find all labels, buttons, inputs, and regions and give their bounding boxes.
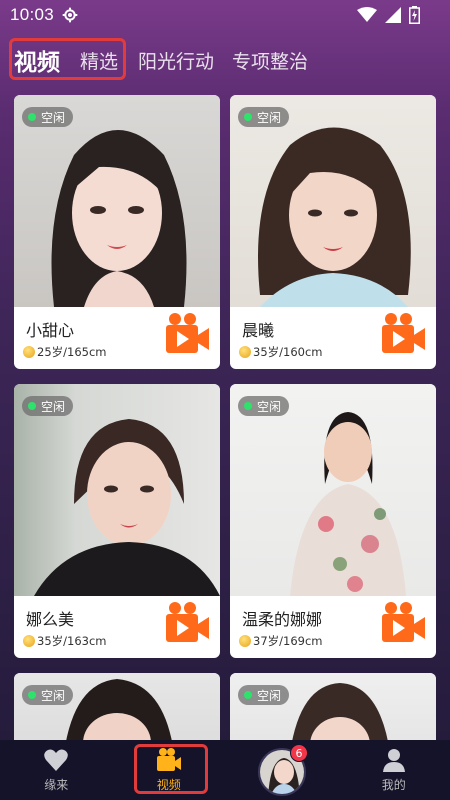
status-badge: 空闲 [22, 107, 74, 127]
tab-featured[interactable]: 精选 [80, 47, 118, 74]
status-text: 空闲 [257, 110, 282, 125]
user-icon [382, 749, 405, 772]
video-call-icon[interactable] [380, 311, 426, 355]
tab-video[interactable]: 视频 [14, 43, 60, 77]
tab-special-rectification[interactable]: 专项整治 [232, 47, 308, 74]
online-dot-icon [28, 113, 36, 121]
status-bar: 10:03 [0, 0, 450, 30]
status-time: 10:03 [10, 5, 55, 24]
status-text: 空闲 [257, 688, 282, 703]
status-icons [357, 6, 420, 24]
signal-icon [385, 7, 401, 23]
video-call-icon[interactable] [164, 600, 210, 644]
host-meta: 35岁/160cm [239, 344, 322, 360]
online-dot-icon [28, 402, 36, 410]
status-text: 空闲 [41, 399, 66, 414]
status-badge: 空闲 [22, 396, 74, 416]
status-text: 空闲 [257, 399, 282, 414]
coin-icon [23, 346, 35, 358]
nav-item-yuanlai[interactable]: 缘来 [0, 740, 113, 800]
status-text: 空闲 [41, 688, 66, 703]
host-age-height: 35岁/160cm [253, 345, 323, 359]
status-badge: 空闲 [238, 107, 290, 127]
heart-icon [44, 749, 69, 771]
host-age-height: 35岁/163cm [37, 634, 107, 648]
coin-icon [239, 635, 251, 647]
nav-label: 缘来 [44, 778, 69, 792]
active-nav-highlight [134, 744, 208, 794]
status-badge: 空闲 [22, 685, 74, 705]
coin-icon [23, 635, 35, 647]
tab-sunshine-action[interactable]: 阳光行动 [138, 47, 214, 74]
status-badge: 空闲 [238, 396, 290, 416]
host-name: 小甜心 [26, 321, 75, 340]
unread-badge: 6 [290, 744, 308, 762]
host-name: 晨曦 [242, 321, 275, 340]
host-card[interactable]: 空闲 小甜心 25岁/165cm [14, 95, 220, 369]
host-meta: 35岁/163cm [23, 633, 106, 649]
host-age-height: 37岁/169cm [253, 634, 323, 648]
host-meta: 37岁/169cm [239, 633, 322, 649]
settings-gear-icon [62, 7, 78, 23]
host-name: 娜么美 [26, 610, 75, 629]
host-card[interactable]: 空闲 娜么美 35岁/163cm [14, 384, 220, 658]
host-name: 温柔的娜娜 [242, 610, 323, 629]
nav-item-mine[interactable]: 我的 [338, 740, 450, 800]
coin-icon [239, 346, 251, 358]
status-text: 空闲 [41, 110, 66, 125]
bottom-nav: 缘来 视频 我的 [0, 740, 450, 800]
video-call-icon[interactable] [380, 600, 426, 644]
host-card[interactable]: 空闲 晨曦 35岁/160cm [230, 95, 436, 369]
video-call-icon[interactable] [164, 311, 210, 355]
wifi-icon [357, 7, 377, 22]
battery-icon [409, 6, 420, 24]
nav-label: 我的 [381, 778, 406, 792]
online-dot-icon [28, 691, 36, 699]
status-badge: 空闲 [238, 685, 290, 705]
message-avatar[interactable]: 6 [258, 744, 308, 796]
online-dot-icon [244, 113, 252, 121]
host-meta: 25岁/165cm [23, 344, 106, 360]
online-dot-icon [244, 402, 252, 410]
host-age-height: 25岁/165cm [37, 345, 107, 359]
online-dot-icon [244, 691, 252, 699]
host-card[interactable]: 空闲 温柔的娜娜 37岁/169cm [230, 384, 436, 658]
